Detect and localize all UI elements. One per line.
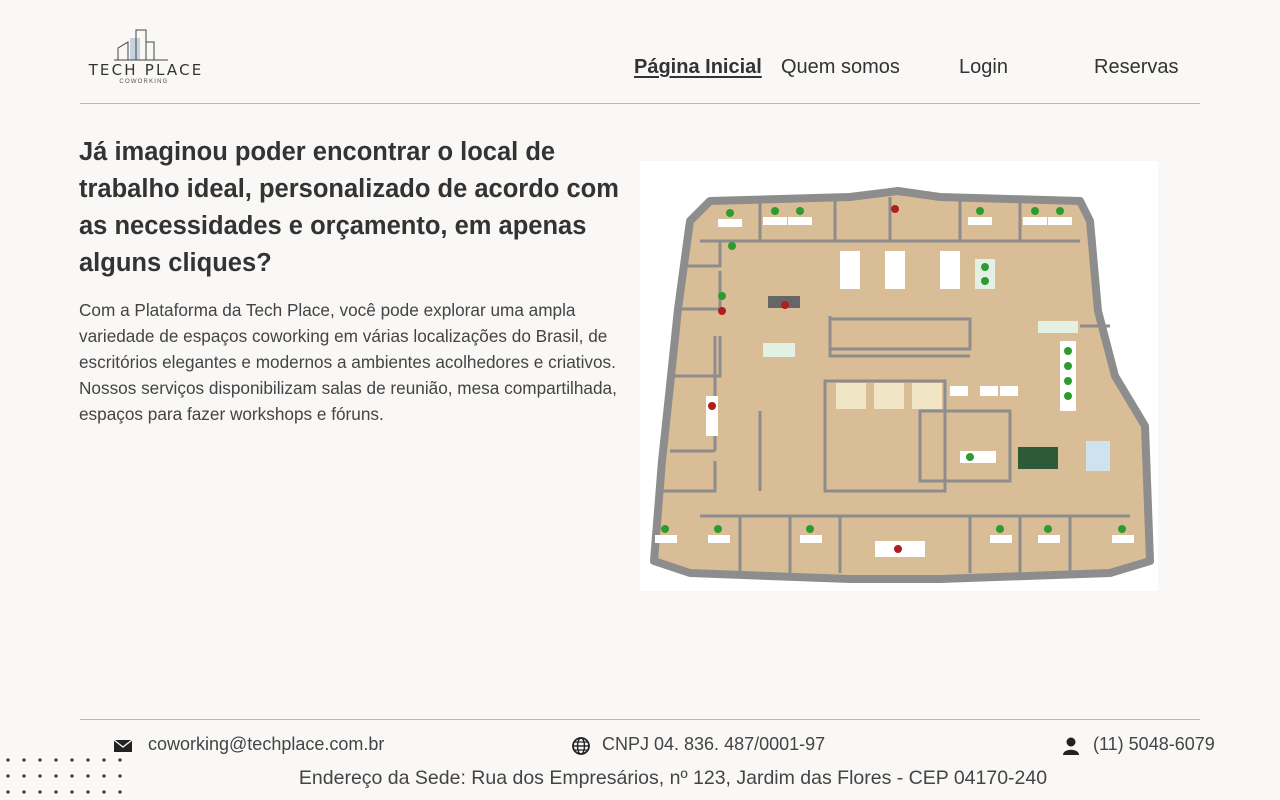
footer-cnpj: CNPJ 04. 836. 487/0001-97 xyxy=(602,734,826,754)
footer-address: Endereço da Sede: Rua dos Empresários, n… xyxy=(298,767,1048,789)
nav-about[interactable]: Quem somos xyxy=(781,56,900,79)
globe-icon xyxy=(572,737,590,755)
brand-logo[interactable]: TECH PLACE COWORKING xyxy=(84,28,208,88)
footer-phone: (11) 5048-6079 xyxy=(1093,734,1215,754)
nav-login[interactable]: Login xyxy=(959,56,1008,79)
brand-name: TECH PLACE xyxy=(88,61,204,79)
footer-divider xyxy=(80,719,1200,720)
office-floorplan-image xyxy=(640,161,1158,591)
user-icon xyxy=(1063,737,1079,755)
nav-home[interactable]: Página Inicial xyxy=(634,56,762,79)
header-divider xyxy=(80,103,1200,104)
dot-pattern-decoration xyxy=(6,758,122,794)
nav-reservations[interactable]: Reservas xyxy=(1094,56,1178,79)
hero-description: Com a Plataforma da Tech Place, você pod… xyxy=(79,300,617,424)
brand-tagline: COWORKING xyxy=(119,79,169,85)
footer-email-link[interactable]: coworking@techplace.com.br xyxy=(148,734,384,755)
building-logo-icon xyxy=(114,29,168,61)
hero-headline: Já imaginou poder encontrar o local de t… xyxy=(79,138,619,277)
